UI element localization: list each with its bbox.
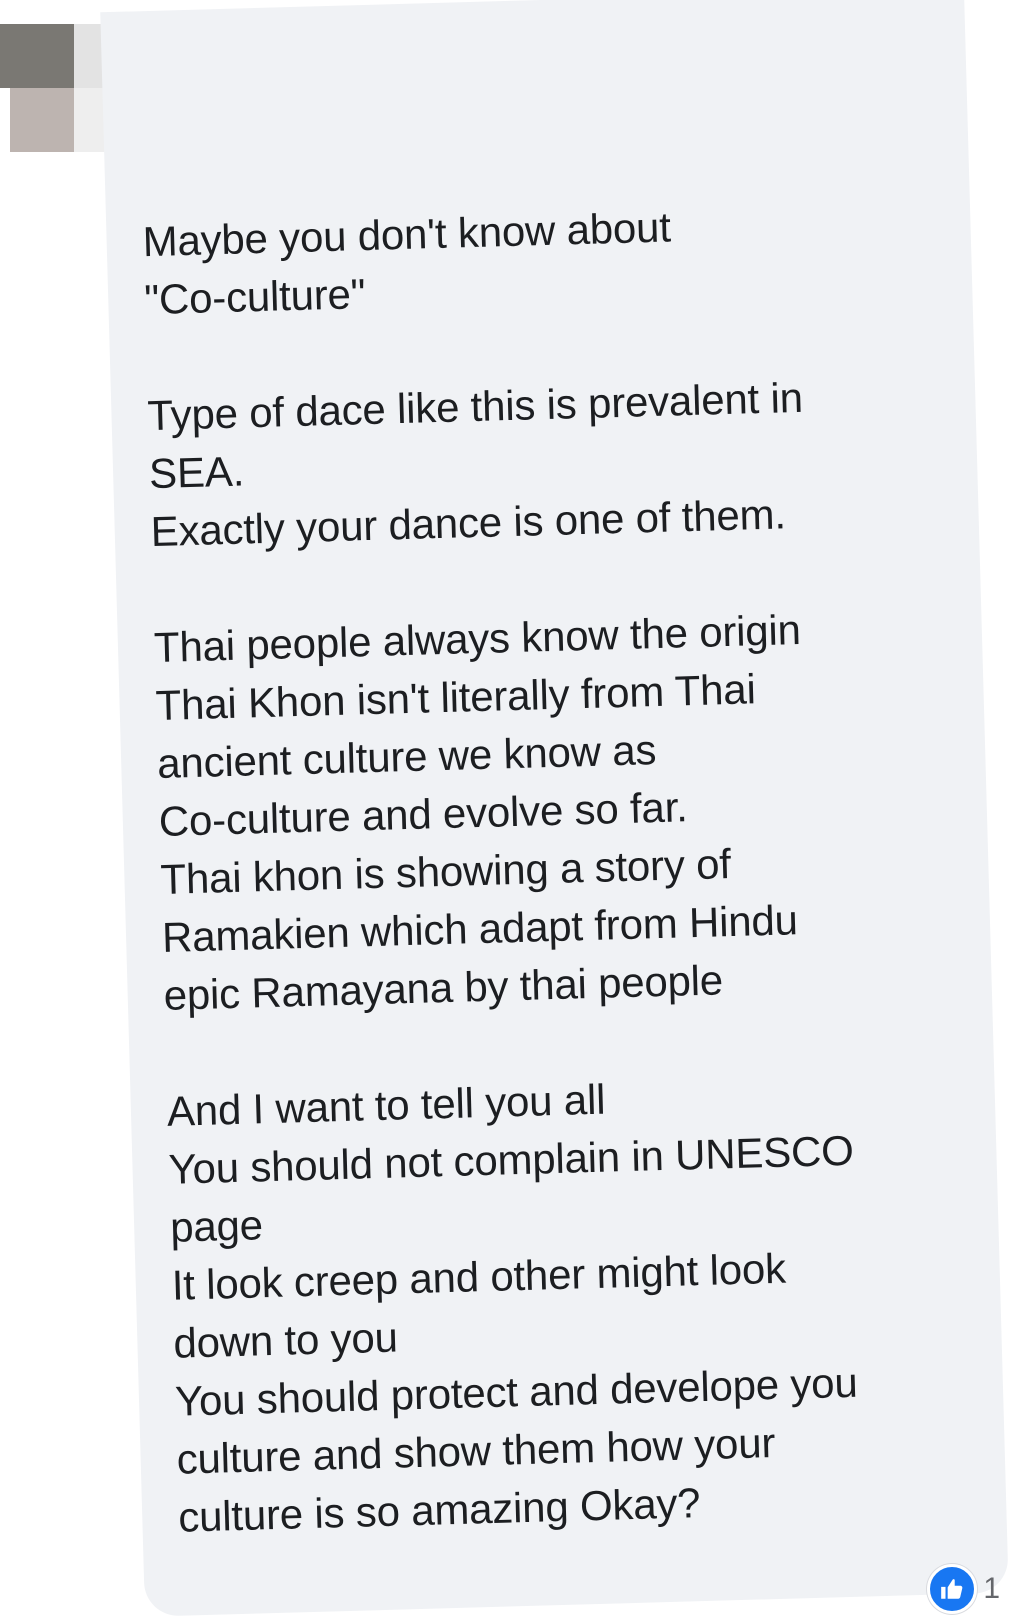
comment-text: Maybe you don't know about "Co-culture" … [142, 191, 993, 1605]
comment-paragraph: Thai people always know the origin Thai … [153, 596, 976, 1025]
comment-bubble: Maybe you don't know about "Co-culture" … [100, 0, 1009, 1617]
avatar-redacted-lower [10, 88, 74, 152]
avatar-redacted [0, 24, 74, 88]
comment-paragraph: Type of dace like this is prevalent in S… [147, 364, 964, 561]
comment-paragraph: Maybe you don't know about "Co-culture" [142, 191, 957, 330]
comment-paragraph: And I want to tell you all You should no… [166, 1060, 991, 1546]
like-icon [927, 1564, 978, 1614]
reaction-count: 1 [983, 1572, 1000, 1605]
reaction-summary[interactable]: 1 [927, 1564, 1000, 1614]
